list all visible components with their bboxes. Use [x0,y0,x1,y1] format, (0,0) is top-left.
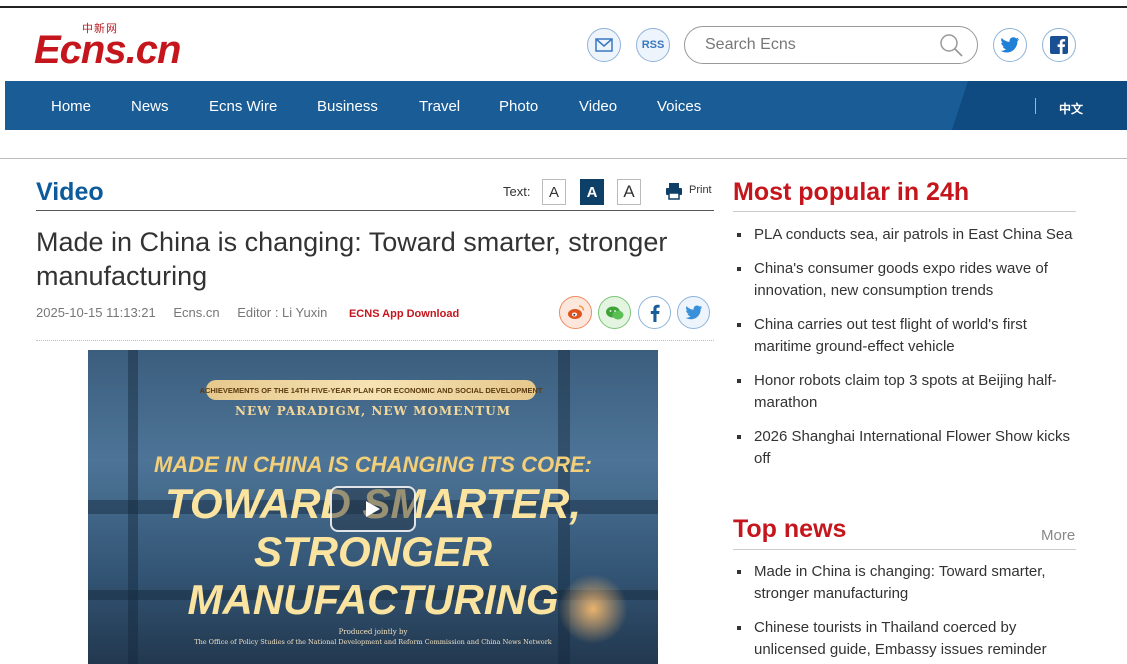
nav-item-voices[interactable]: Voices [657,98,701,115]
nav-accent [952,81,1127,130]
app-download-link[interactable]: ECNS App Download [349,308,459,320]
search-box [684,26,978,64]
text-size-medium-button[interactable]: A [580,179,604,205]
print-icon[interactable] [665,182,683,200]
facebook-icon[interactable] [1042,28,1076,62]
video-subtitle: NEW PARADIGM, NEW MOMENTUM [234,404,511,418]
video-banner: ACHIEVEMENTS OF THE 14TH FIVE-YEAR PLAN … [200,380,542,400]
video-title-line-3: STRONGER MANUFACTURING [187,528,559,623]
ecns-logo[interactable]: 中新网 Ecns.cn [34,20,209,72]
facebook-share-icon[interactable] [638,296,671,329]
most-popular-item[interactable]: China carries out test flight of world's… [733,314,1078,358]
nav-item-news[interactable]: News [131,98,169,115]
article-source: Ecns.cn [173,305,220,320]
nav-item-home[interactable]: Home [51,98,91,115]
video-credit-text: The Office of Policy Studies of the Nati… [194,638,552,646]
play-icon [366,501,380,517]
nav-item-business[interactable]: Business [317,98,378,115]
text-size-label: Text: [503,184,531,199]
most-popular-title: Most popular in 24h [733,178,970,206]
text-size-large-button[interactable]: A [617,179,641,205]
wechat-share-icon[interactable] [598,296,631,329]
mail-icon[interactable] [587,28,621,62]
more-link[interactable]: More [1041,527,1075,544]
meta-divider [36,340,714,341]
text-size-small-button[interactable]: A [542,179,566,205]
print-label[interactable]: Print [689,184,712,196]
most-popular-item[interactable]: China's consumer goods expo rides wave o… [733,258,1078,302]
most-popular-rule [733,211,1076,212]
rss-icon[interactable]: RSS [636,28,670,62]
article-meta: 2025-10-15 11:13:21 Ecns.cn Editor : Li … [36,305,473,320]
weibo-share-icon[interactable] [559,296,592,329]
top-news-item[interactable]: Chinese tourists in Thailand coerced by … [733,617,1078,661]
play-button[interactable] [330,486,416,532]
section-rule [36,210,714,211]
most-popular-item[interactable]: PLA conducts sea, air patrols in East Ch… [733,224,1078,246]
nav-item-travel[interactable]: Travel [419,98,460,115]
publish-date: 2025-10-15 11:13:21 [36,305,156,320]
top-news-list: Made in China is changing: Toward smarte… [733,561,1078,664]
search-icon[interactable] [938,32,964,58]
header-divider [0,158,1127,159]
video-player[interactable]: ACHIEVEMENTS OF THE 14TH FIVE-YEAR PLAN … [88,350,658,664]
section-title[interactable]: Video [36,178,104,207]
video-credit-heading: Produced jointly by [338,628,408,636]
nav-separator [1035,98,1036,114]
top-news-title: Top news [733,515,847,543]
twitter-share-icon[interactable] [677,296,710,329]
nav-item-video[interactable]: Video [579,98,617,115]
twitter-icon[interactable] [993,28,1027,62]
top-news-item[interactable]: Made in China is changing: Toward smarte… [733,561,1078,605]
search-input[interactable] [705,33,925,57]
nav-item-ecns-wire[interactable]: Ecns Wire [209,98,277,115]
main-nav: Home News Ecns Wire Business Travel Phot… [5,81,1127,130]
rss-label: RSS [641,39,665,51]
most-popular-item[interactable]: 2026 Shanghai International Flower Show … [733,426,1078,470]
language-switch[interactable]: 中文 [1059,100,1083,117]
top-border [0,6,1127,8]
top-news-rule [733,549,1076,550]
logo-text: Ecns.cn [34,28,181,72]
nav-item-photo[interactable]: Photo [499,98,538,115]
most-popular-list: PLA conducts sea, air patrols in East Ch… [733,224,1078,482]
video-title-line-1: MADE IN CHINA IS CHANGING ITS CORE: [154,452,592,477]
most-popular-item[interactable]: Honor robots claim top 3 spots at Beijin… [733,370,1078,414]
article-headline: Made in China is changing: Toward smarte… [36,227,668,291]
article-editor: Editor : Li Yuxin [237,305,328,320]
